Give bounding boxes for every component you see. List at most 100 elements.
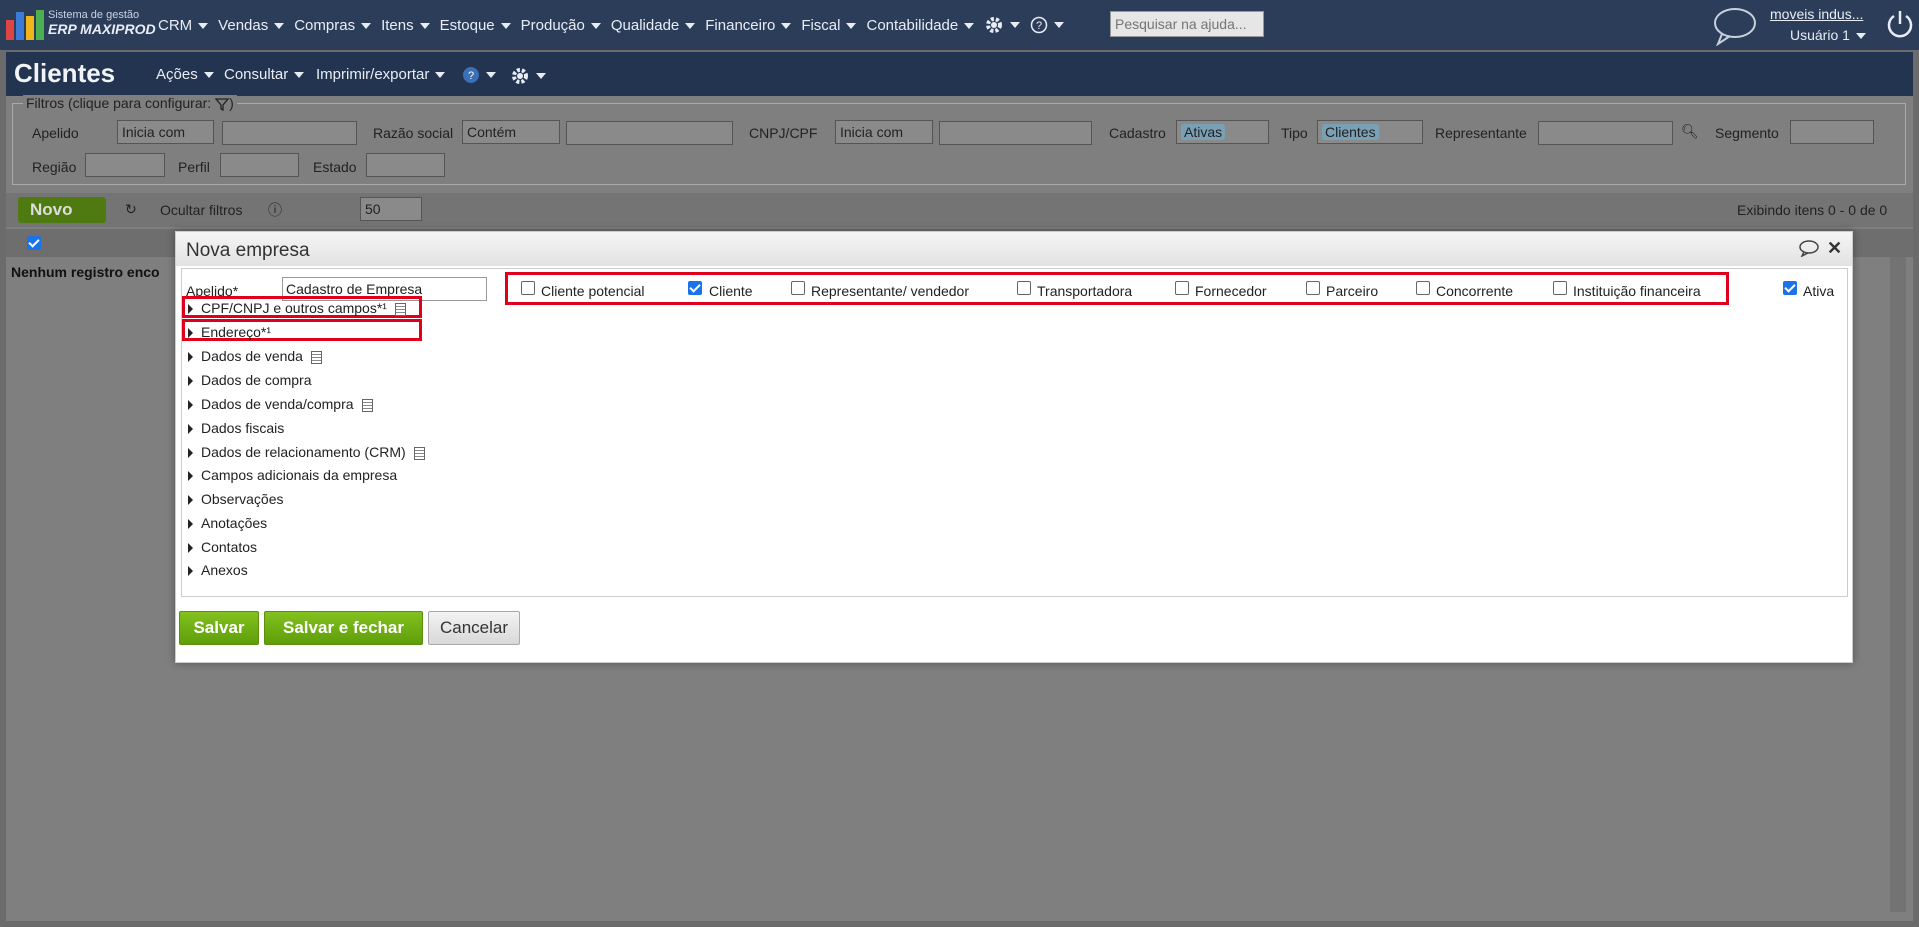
filter-representante-input[interactable] bbox=[1538, 121, 1673, 145]
empty-message: Nenhum registro enco bbox=[11, 264, 160, 280]
scrollbar[interactable] bbox=[1890, 257, 1906, 912]
consult-menu[interactable]: Consultar bbox=[224, 66, 305, 83]
menu-financeiro[interactable]: Financeiro bbox=[705, 17, 792, 34]
section-observacoes[interactable]: Observações bbox=[188, 491, 283, 507]
menu-estoque[interactable]: Estoque bbox=[440, 17, 511, 34]
filter-tipo-select[interactable]: Clientes bbox=[1317, 120, 1423, 144]
expand-arrow-icon bbox=[188, 424, 193, 435]
document-icon bbox=[361, 398, 373, 412]
filter-apelido-mode[interactable]: Inicia com bbox=[117, 120, 214, 144]
section-cpf-cnpj[interactable]: CPF/CNPJ e outros campos*¹ bbox=[188, 300, 406, 316]
active-checkbox[interactable] bbox=[1783, 281, 1797, 295]
filter-tipo-label: Tipo bbox=[1281, 125, 1308, 141]
filter-estado-select[interactable] bbox=[366, 153, 445, 177]
maxiprod-logo-icon[interactable] bbox=[6, 8, 44, 40]
filter-razao-input[interactable] bbox=[566, 121, 733, 145]
type-checkbox-cliente-potencial[interactable] bbox=[521, 281, 535, 295]
section-dados-crm[interactable]: Dados de relacionamento (CRM) bbox=[188, 444, 425, 460]
filter-cadastro-label: Cadastro bbox=[1109, 125, 1166, 141]
settings-menu[interactable] bbox=[984, 15, 1021, 35]
type-label-transportadora: Transportadora bbox=[1037, 283, 1133, 299]
help-search-input[interactable] bbox=[1110, 11, 1264, 37]
save-and-close-button[interactable]: Salvar e fechar bbox=[264, 611, 423, 645]
help-menu[interactable]: ? bbox=[1030, 16, 1065, 34]
filter-regiao-label: Região bbox=[32, 159, 77, 175]
type-checkbox-cliente[interactable] bbox=[688, 281, 702, 295]
hide-filters-button[interactable]: Ocultar filtros bbox=[160, 202, 242, 218]
help-icon[interactable]: ⓘ bbox=[268, 200, 282, 220]
new-company-dialog: Nova empresa ✕ Apelido* Cliente potencia… bbox=[175, 231, 1853, 663]
section-contatos[interactable]: Contatos bbox=[188, 539, 257, 555]
gear-icon bbox=[512, 68, 528, 84]
save-button[interactable]: Salvar bbox=[179, 611, 259, 645]
section-dados-fiscais[interactable]: Dados fiscais bbox=[188, 420, 284, 436]
section-campos-adicionais[interactable]: Campos adicionais da empresa bbox=[188, 467, 397, 483]
power-icon[interactable] bbox=[1885, 8, 1915, 40]
filters-legend[interactable]: Filtros (clique para configurar: ) bbox=[23, 95, 237, 111]
menu-producao[interactable]: Produção bbox=[521, 17, 601, 34]
expand-arrow-icon bbox=[188, 519, 193, 530]
type-checkbox-representante[interactable] bbox=[791, 281, 805, 295]
menu-fiscal[interactable]: Fiscal bbox=[801, 17, 857, 34]
section-dados-venda[interactable]: Dados de venda bbox=[188, 348, 322, 364]
print-export-menu[interactable]: Imprimir/exportar bbox=[316, 66, 446, 83]
brand: Sistema de gestão ERP MAXIPROD bbox=[48, 8, 156, 36]
filter-razao-mode[interactable]: Contém bbox=[462, 120, 560, 144]
filter-segmento-select[interactable] bbox=[1790, 120, 1874, 144]
section-dados-venda-compra[interactable]: Dados de venda/compra bbox=[188, 396, 373, 412]
filter-perfil-select[interactable] bbox=[220, 153, 299, 177]
filter-cnpj-mode[interactable]: Inicia com bbox=[835, 120, 933, 144]
funnel-icon bbox=[214, 98, 230, 111]
type-label-parceiro: Parceiro bbox=[1326, 283, 1379, 299]
section-anexos[interactable]: Anexos bbox=[188, 562, 248, 578]
type-label-cliente: Cliente bbox=[709, 283, 753, 299]
expand-arrow-icon bbox=[188, 566, 193, 577]
page-help-menu[interactable]: ? bbox=[462, 66, 496, 84]
menu-vendas[interactable]: Vendas bbox=[218, 17, 285, 34]
menu-crm[interactable]: CRM bbox=[158, 17, 209, 34]
gear-icon bbox=[986, 17, 1003, 33]
menu-contabilidade[interactable]: Contabilidade bbox=[866, 17, 975, 34]
filter-cnpj-input[interactable] bbox=[939, 121, 1092, 145]
company-link[interactable]: moveis indus... bbox=[1770, 6, 1863, 22]
select-all-checkbox[interactable] bbox=[27, 236, 41, 250]
page-size-select[interactable]: 50 bbox=[360, 197, 422, 221]
search-icon[interactable]: 🔍︎ bbox=[1681, 123, 1699, 140]
filter-cnpj-label: CNPJ/CPF bbox=[749, 125, 818, 141]
filter-apelido-input[interactable] bbox=[222, 121, 357, 145]
document-icon bbox=[310, 350, 322, 364]
filter-apelido-label: Apelido bbox=[32, 125, 79, 141]
type-checkbox-parceiro[interactable] bbox=[1306, 281, 1320, 295]
menu-qualidade[interactable]: Qualidade bbox=[611, 17, 696, 34]
dialog-header: Nova empresa ✕ bbox=[176, 232, 1852, 266]
new-button[interactable]: Novo bbox=[18, 197, 106, 223]
refresh-icon[interactable]: ↻ bbox=[125, 201, 137, 218]
section-endereco[interactable]: Endereço*¹ bbox=[188, 324, 271, 340]
type-checkbox-concorrente[interactable] bbox=[1416, 281, 1430, 295]
document-icon bbox=[394, 302, 406, 316]
type-checkbox-fornecedor[interactable] bbox=[1175, 281, 1189, 295]
svg-text:?: ? bbox=[1036, 20, 1042, 32]
type-checkbox-transportadora[interactable] bbox=[1017, 281, 1031, 295]
filter-representante-label: Representante bbox=[1435, 125, 1527, 141]
section-dados-compra[interactable]: Dados de compra bbox=[188, 372, 312, 388]
comment-icon[interactable] bbox=[1798, 239, 1820, 257]
svg-text:?: ? bbox=[468, 70, 474, 82]
page-title: Clientes bbox=[14, 58, 116, 88]
actions-menu[interactable]: Ações bbox=[156, 66, 214, 83]
cancel-button[interactable]: Cancelar bbox=[428, 611, 520, 645]
menu-itens[interactable]: Itens bbox=[381, 17, 430, 34]
page-settings-menu[interactable] bbox=[510, 66, 546, 86]
filter-regiao-select[interactable] bbox=[85, 153, 165, 177]
user-menu[interactable]: Usuário 1 bbox=[1790, 27, 1866, 43]
filter-cadastro-select[interactable]: Ativas bbox=[1176, 120, 1269, 144]
expand-arrow-icon bbox=[188, 400, 193, 411]
chat-icon[interactable] bbox=[1712, 6, 1758, 46]
menu-compras[interactable]: Compras bbox=[294, 17, 372, 34]
section-anotacoes[interactable]: Anotações bbox=[188, 515, 267, 531]
close-icon[interactable]: ✕ bbox=[1827, 238, 1842, 259]
expand-arrow-icon bbox=[188, 471, 193, 482]
type-label-concorrente: Concorrente bbox=[1436, 283, 1514, 299]
expand-arrow-icon bbox=[188, 304, 193, 315]
type-checkbox-instituicao-financeira[interactable] bbox=[1553, 281, 1567, 295]
